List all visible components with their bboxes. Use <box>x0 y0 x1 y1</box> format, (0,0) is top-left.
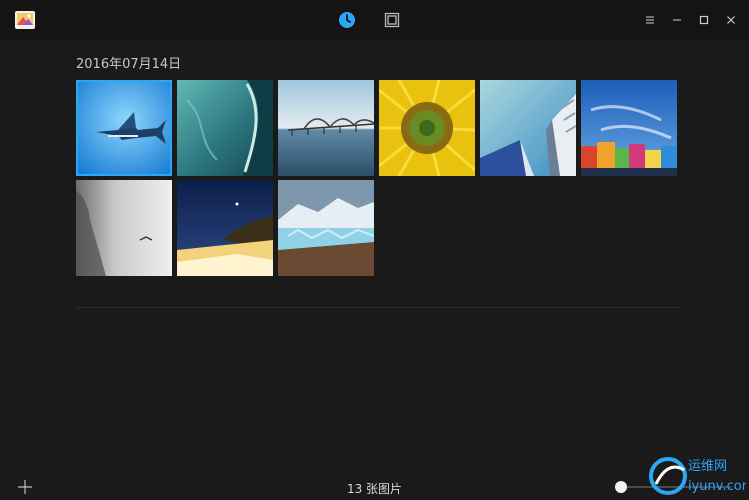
building-image <box>480 80 576 176</box>
foggy-cliff-image <box>76 180 172 276</box>
minimize-button[interactable] <box>669 12 685 28</box>
minimize-icon <box>673 19 681 21</box>
ice-cave-image <box>177 80 273 176</box>
close-button[interactable] <box>723 12 739 28</box>
photo-thumbnail[interactable] <box>177 80 273 176</box>
sunflower-image <box>379 80 475 176</box>
timeline-icon <box>339 12 355 28</box>
maximize-icon <box>699 15 709 25</box>
maximize-button[interactable] <box>696 12 712 28</box>
glacier-image <box>278 180 374 276</box>
watermark-cn-text: 运维网 <box>688 459 727 474</box>
photo-thumbnail[interactable] <box>278 180 374 276</box>
title-bar <box>0 0 749 40</box>
app-logo-icon[interactable] <box>14 9 36 31</box>
photo-thumbnail[interactable] <box>480 80 576 176</box>
section-divider <box>76 307 678 308</box>
zoom-slider-handle[interactable] <box>615 481 627 493</box>
night-coast-image <box>177 180 273 276</box>
watermark-url-text: iyunv.com <box>688 479 746 494</box>
swordfish-image <box>78 82 170 174</box>
album-icon <box>384 12 400 28</box>
photo-thumbnail[interactable] <box>76 180 172 276</box>
photo-thumbnail[interactable] <box>581 80 677 176</box>
watermark-logo: 运维网 iyunv.com <box>649 457 746 495</box>
photo-thumbnail[interactable] <box>278 80 374 176</box>
album-view-tab[interactable] <box>382 10 402 30</box>
menu-icon <box>646 16 654 24</box>
colorful-town-image <box>581 80 677 176</box>
photo-thumbnail[interactable] <box>177 180 273 276</box>
close-icon <box>727 16 735 24</box>
photo-thumbnail[interactable] <box>379 80 475 176</box>
photo-thumbnail[interactable] <box>76 80 172 176</box>
timeline-view-tab[interactable] <box>337 10 357 30</box>
date-group-label: 2016年07月14日 <box>76 57 182 72</box>
bridge-image <box>278 80 374 176</box>
menu-button[interactable] <box>642 12 658 28</box>
